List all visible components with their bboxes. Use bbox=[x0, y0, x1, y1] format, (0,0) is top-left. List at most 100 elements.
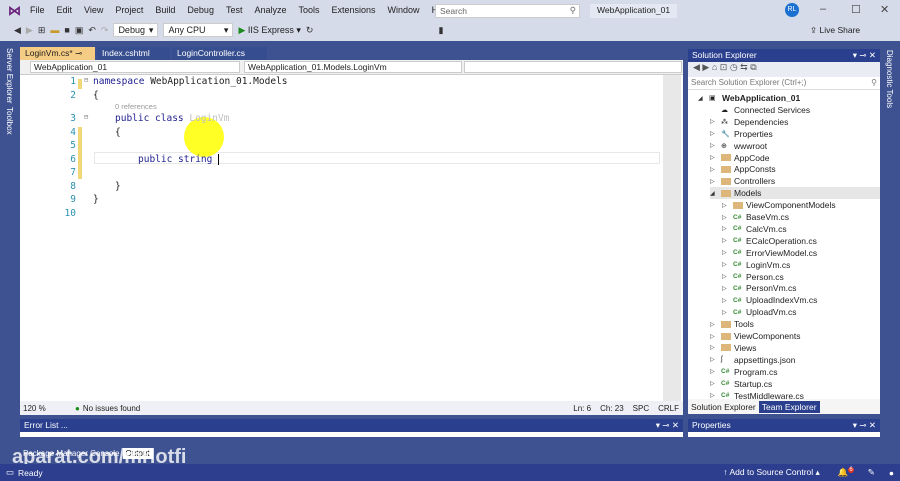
close-button[interactable]: ✕ bbox=[880, 3, 889, 16]
bookmark-icon[interactable]: ▮ bbox=[438, 25, 443, 36]
avatar[interactable]: RL bbox=[785, 3, 799, 17]
tab-logincontroller[interactable]: LoginController.cs bbox=[172, 47, 267, 60]
toolbox-tab[interactable]: Toolbox bbox=[5, 107, 14, 135]
live-share-button[interactable]: ⇪ Live Share bbox=[810, 25, 860, 36]
tree-item[interactable]: ▷ ⁂ Dependencies bbox=[710, 116, 788, 128]
expand-arrow-icon[interactable]: ▷ bbox=[710, 380, 718, 387]
save-all-icon[interactable]: ▣ bbox=[75, 25, 84, 36]
tree-item[interactable]: ▷ C# UploadIndexVm.cs bbox=[722, 294, 817, 306]
tab-loginvm[interactable]: LoginVm.cs* ⊸ ✕ bbox=[20, 47, 95, 69]
expand-arrow-icon[interactable]: ▷ bbox=[710, 142, 718, 149]
menu-item-extensions[interactable]: Extensions bbox=[326, 5, 382, 15]
new-project-icon[interactable]: ⊞ bbox=[38, 25, 46, 36]
tree-item[interactable]: ▷ C# Startup.cs bbox=[710, 378, 772, 390]
expand-arrow-icon[interactable]: ▷ bbox=[710, 178, 718, 185]
expand-arrow-icon[interactable]: ▷ bbox=[710, 166, 718, 173]
menu-item-project[interactable]: Project bbox=[109, 5, 149, 15]
zoom-dropdown[interactable]: 120 % bbox=[23, 404, 63, 413]
expand-arrow-icon[interactable]: ▷ bbox=[722, 237, 730, 244]
minimize-button[interactable]: – bbox=[820, 3, 826, 15]
panel-controls[interactable]: ▾ ⊸ ✕ bbox=[853, 50, 876, 61]
tree-item[interactable]: ▷ 🔧 Properties bbox=[710, 128, 773, 140]
expand-arrow-icon[interactable]: ▷ bbox=[710, 130, 718, 137]
tree-item[interactable]: ▷ C# Program.cs bbox=[710, 366, 777, 378]
menu-item-build[interactable]: Build bbox=[149, 5, 181, 15]
panel-controls[interactable]: ▾ ⊸ ✕ bbox=[656, 420, 679, 431]
refresh-icon[interactable]: ↻ bbox=[306, 25, 314, 36]
tree-item[interactable]: ▷ ViewComponents bbox=[710, 330, 800, 342]
panel-controls[interactable]: ▾ ⊸ ✕ bbox=[853, 420, 876, 431]
tab-index[interactable]: Index.cshtml bbox=[97, 47, 170, 60]
member-dropdown[interactable] bbox=[464, 61, 682, 73]
issues-status[interactable]: No issues found bbox=[83, 404, 140, 413]
notifications-icon[interactable]: 🔔6 bbox=[838, 467, 854, 478]
search-input[interactable]: Search ⚲ bbox=[435, 4, 580, 18]
code-editor[interactable]: WebApplication_01 WebApplication_01.Mode… bbox=[20, 60, 683, 415]
menu-item-debug[interactable]: Debug bbox=[181, 5, 220, 15]
whitespace-indicator[interactable]: SPC bbox=[633, 404, 649, 413]
tree-item[interactable]: ▷ C# BaseVm.cs bbox=[722, 211, 789, 223]
menu-item-tools[interactable]: Tools bbox=[293, 5, 326, 15]
tab-solution-explorer[interactable]: Solution Explorer bbox=[688, 401, 759, 413]
collapse-icon[interactable]: ⊟ bbox=[84, 76, 88, 84]
menu-item-window[interactable]: Window bbox=[382, 5, 426, 15]
properties-header[interactable]: Properties ▾ ⊸ ✕ bbox=[688, 419, 880, 432]
expand-arrow-icon[interactable]: ▷ bbox=[722, 214, 730, 221]
tree-item[interactable]: ▷ AppCode bbox=[710, 152, 769, 164]
tree-item[interactable]: ☁ Connected Services bbox=[710, 104, 810, 116]
line-ending-indicator[interactable]: CRLF bbox=[658, 404, 679, 413]
expand-arrow-icon[interactable]: ▷ bbox=[722, 273, 730, 280]
server-explorer-tab[interactable]: Server Explorer bbox=[5, 48, 14, 104]
tree-item[interactable]: ▷ ʃ appsettings.json bbox=[710, 354, 795, 366]
menu-item-file[interactable]: File bbox=[24, 5, 51, 15]
forward-icon[interactable]: ▶ bbox=[26, 25, 33, 36]
tree-item[interactable]: ▷ C# CalcVm.cs bbox=[722, 223, 787, 235]
tree-item[interactable]: ▷ C# LoginVm.cs bbox=[722, 259, 790, 271]
pin-icon[interactable]: ⊸ bbox=[75, 48, 82, 58]
tree-item[interactable]: ▷ Views bbox=[710, 342, 757, 354]
expand-arrow-icon[interactable]: ▷ bbox=[722, 297, 730, 304]
run-button[interactable]: ▶ IIS Express ▾ bbox=[238, 25, 300, 36]
codelens-references[interactable]: 0 references bbox=[115, 102, 157, 111]
menu-item-view[interactable]: View bbox=[78, 5, 109, 15]
feedback-icon[interactable]: ✎ bbox=[868, 467, 875, 478]
expand-arrow-icon[interactable]: ▷ bbox=[710, 344, 718, 351]
collapse-icon[interactable]: ⊟ bbox=[84, 113, 88, 121]
tree-item[interactable]: ▷ Tools bbox=[710, 318, 754, 330]
tree-item[interactable]: ▷ ⊕ wwwroot bbox=[710, 140, 767, 152]
configuration-dropdown[interactable]: Debug ▾ bbox=[113, 23, 159, 37]
redo-icon[interactable]: ↷ bbox=[101, 25, 109, 36]
menu-item-edit[interactable]: Edit bbox=[51, 5, 79, 15]
menu-item-analyze[interactable]: Analyze bbox=[248, 5, 292, 15]
tree-item[interactable]: ▷ C# TestMiddleware.cs bbox=[710, 390, 804, 400]
tab-team-explorer[interactable]: Team Explorer bbox=[758, 401, 820, 413]
expand-arrow-icon[interactable]: ▷ bbox=[710, 368, 718, 375]
expand-arrow-icon[interactable]: ▷ bbox=[710, 333, 718, 340]
expand-arrow-icon[interactable]: ▷ bbox=[710, 392, 718, 399]
tree-item[interactable]: ▷ AppConsts bbox=[710, 163, 776, 175]
tree-item[interactable]: ▷ C# ErrorViewModel.cs bbox=[722, 247, 817, 259]
solution-search-input[interactable]: Search Solution Explorer (Ctrl+;) ⚲ bbox=[688, 77, 880, 90]
type-dropdown[interactable]: WebApplication_01.Models.LoginVm bbox=[244, 61, 462, 73]
save-icon[interactable]: ■ bbox=[64, 25, 69, 35]
open-icon[interactable]: ▬ bbox=[50, 25, 59, 35]
expand-arrow-icon[interactable]: ▷ bbox=[710, 154, 718, 161]
expand-arrow-icon[interactable]: ▷ bbox=[710, 118, 718, 125]
platform-dropdown[interactable]: Any CPU ▾ bbox=[163, 23, 234, 37]
expand-arrow-icon[interactable]: ◢ bbox=[698, 95, 706, 102]
expand-arrow-icon[interactable]: ▷ bbox=[722, 202, 730, 209]
expand-arrow-icon[interactable]: ▷ bbox=[710, 356, 718, 363]
tree-item[interactable]: ▷ C# ECalcOperation.cs bbox=[722, 235, 817, 247]
expand-arrow-icon[interactable]: ▷ bbox=[722, 309, 730, 316]
tree-item[interactable]: ▷ C# Person.cs bbox=[722, 271, 784, 283]
expand-arrow-icon[interactable]: ◢ bbox=[710, 190, 718, 197]
expand-arrow-icon[interactable]: ▷ bbox=[722, 285, 730, 292]
undo-icon[interactable]: ↶ bbox=[88, 25, 96, 36]
tree-item[interactable]: ▷ ViewComponentModels bbox=[722, 199, 836, 211]
tree-item[interactable]: ◢ ▣ WebApplication_01 bbox=[698, 92, 800, 104]
project-dropdown[interactable]: WebApplication_01 bbox=[30, 61, 240, 73]
error-list-header[interactable]: Error List ... ▾ ⊸ ✕ bbox=[20, 419, 683, 432]
expand-arrow-icon[interactable]: ▷ bbox=[722, 261, 730, 268]
tree-item[interactable]: ▷ Controllers bbox=[710, 175, 775, 187]
menu-item-test[interactable]: Test bbox=[220, 5, 249, 15]
